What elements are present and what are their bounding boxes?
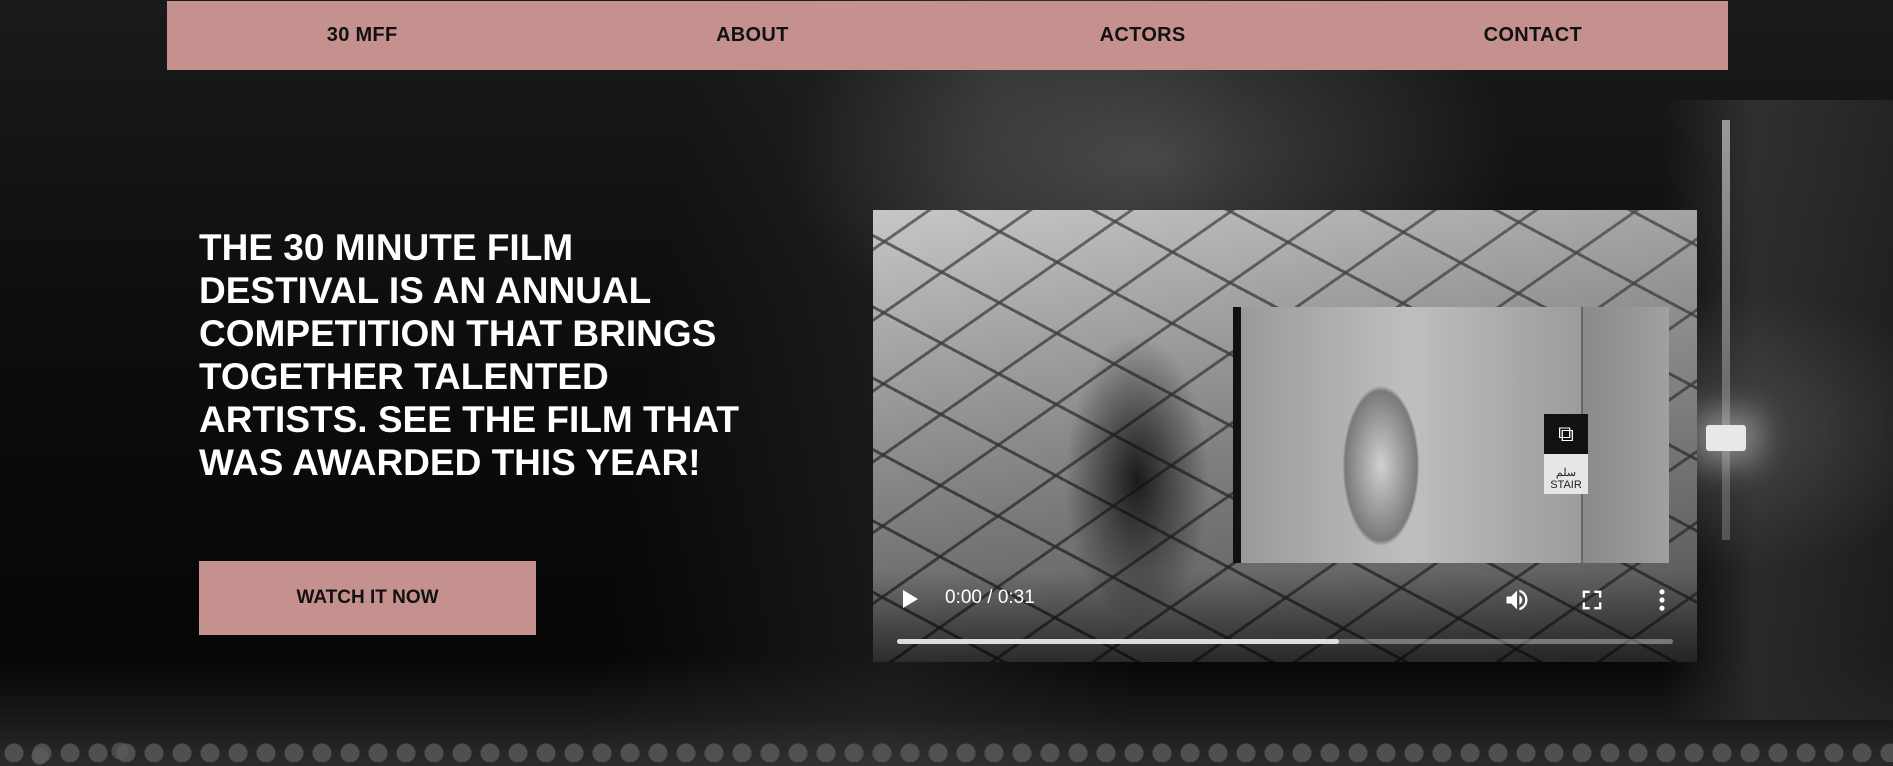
sign-arabic-text: سلم: [1555, 467, 1577, 479]
nav-item-about[interactable]: ABOUT: [557, 24, 947, 47]
play-icon[interactable]: [903, 590, 918, 608]
hero-headline: THE 30 MINUTE FILM DESTIVAL IS AN ANNUAL…: [199, 227, 739, 483]
sign-text: STAIR: [1550, 479, 1582, 491]
video-frame-door: ⧉ سلم STAIR: [1233, 307, 1669, 563]
audience-heads: [0, 732, 1893, 766]
background-light: [1706, 425, 1746, 451]
audience-crowd: [0, 656, 1893, 766]
nav-item-home[interactable]: 30 MFF: [167, 24, 557, 47]
background-pole: [1722, 120, 1730, 540]
video-progress-buffered: [897, 639, 1340, 644]
nav-item-actors[interactable]: ACTORS: [948, 24, 1338, 47]
more-options-icon[interactable]: [1648, 586, 1676, 614]
background-wall: [1663, 100, 1893, 720]
fullscreen-icon[interactable]: [1578, 586, 1606, 614]
video-frame-sign: ⧉ سلم STAIR: [1544, 414, 1588, 494]
top-navbar: 30 MFF ABOUT ACTORS CONTACT: [167, 1, 1728, 70]
video-progress-bar[interactable]: [897, 639, 1673, 644]
video-controls: 0:00 / 0:31: [873, 572, 1697, 662]
volume-icon[interactable]: [1503, 586, 1531, 614]
nav-item-contact[interactable]: CONTACT: [1338, 24, 1728, 47]
video-player[interactable]: ⧉ سلم STAIR 0:00 / 0:31: [873, 210, 1697, 662]
video-frame-door-panel: [1581, 307, 1669, 563]
stairs-icon: ⧉: [1544, 414, 1588, 454]
video-frame-figure: [1331, 347, 1431, 563]
video-time-display: 0:00 / 0:31: [945, 587, 1035, 608]
watch-now-button[interactable]: WATCH IT NOW: [199, 561, 536, 635]
